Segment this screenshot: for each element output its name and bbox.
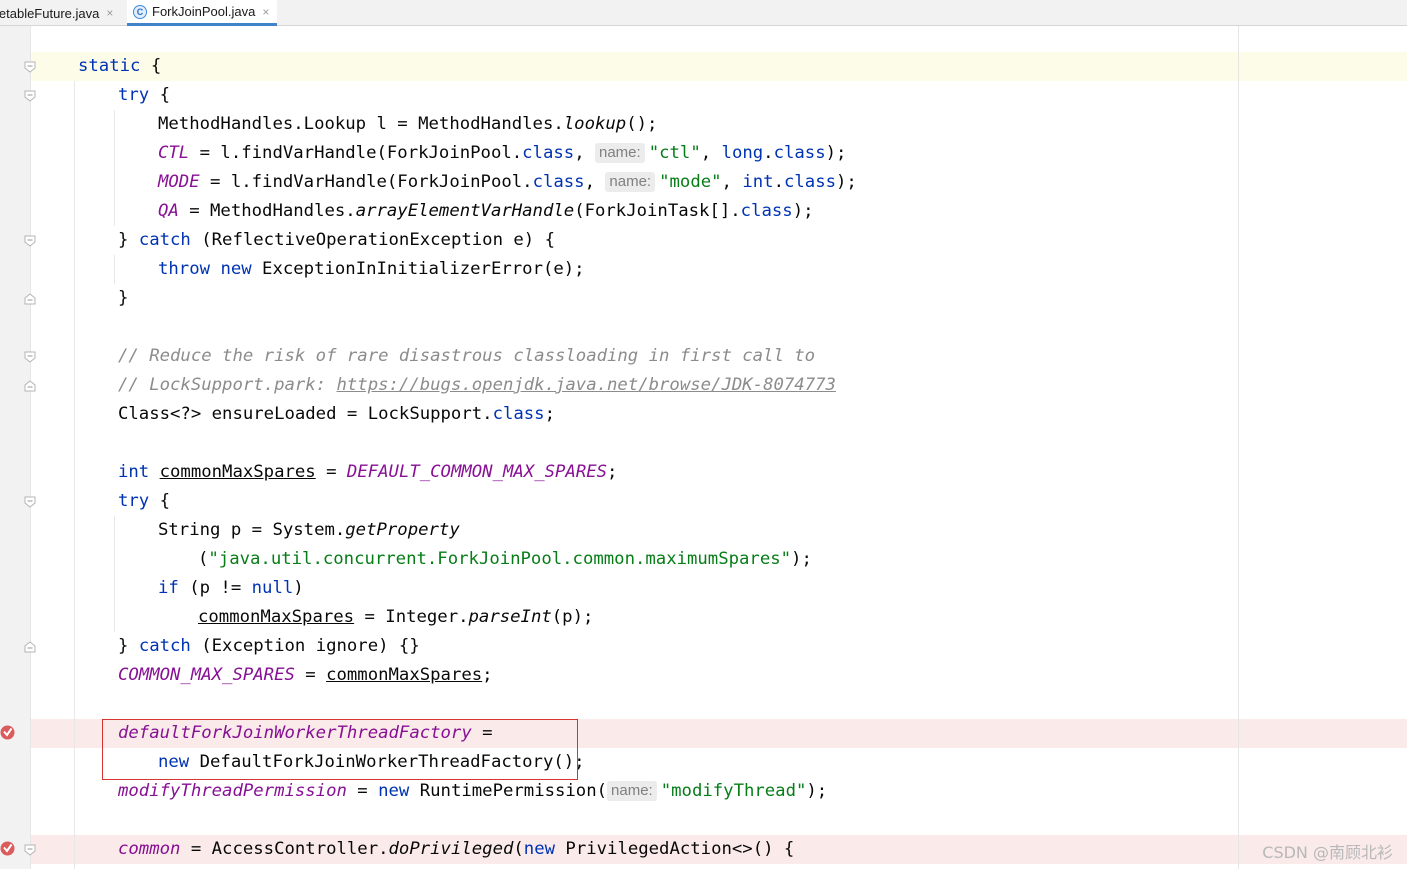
field-breakpoint-icon[interactable]	[0, 725, 15, 740]
watermark: CSDN @南顾北衫	[1262, 843, 1393, 862]
code-line[interactable]: modifyThreadPermission = new RuntimePerm…	[118, 777, 827, 806]
indent-guide	[114, 516, 115, 632]
fold-end-icon[interactable]	[24, 380, 36, 392]
editor-gutter[interactable]	[0, 26, 31, 869]
code-line[interactable]: throw new ExceptionInInitializerError(e)…	[158, 255, 585, 284]
java-class-icon: C	[133, 4, 147, 19]
code-line[interactable]: String p = System.getProperty	[158, 516, 460, 545]
indent-guide	[114, 110, 115, 226]
code-line[interactable]: } catch (Exception ignore) {}	[118, 632, 420, 661]
indent-guide	[74, 81, 75, 869]
tab-completablefuture[interactable]: letableFuture.java ×	[0, 0, 123, 26]
code-line[interactable]: }	[118, 284, 128, 313]
fold-toggle-icon[interactable]	[24, 235, 36, 247]
code-line[interactable]: if (p != null)	[158, 574, 304, 603]
code-line[interactable]: CTL = l.findVarHandle(ForkJoinPool.class…	[158, 139, 846, 168]
code-line[interactable]: common = AccessController.doPrivileged(n…	[118, 835, 794, 864]
code-line[interactable]: static {	[78, 52, 161, 81]
close-icon[interactable]: ×	[262, 5, 269, 19]
fold-toggle-icon[interactable]	[24, 61, 36, 73]
code-line[interactable]: try {	[118, 81, 170, 110]
code-comment-line[interactable]: // Reduce the risk of rare disastrous cl…	[118, 342, 815, 371]
tab-label: letableFuture.java	[0, 5, 100, 21]
tab-label: ForkJoinPool.java	[152, 4, 256, 19]
parameter-hint: name:	[605, 172, 656, 192]
code-line[interactable]: Class<?> ensureLoaded = LockSupport.clas…	[118, 400, 555, 429]
fold-toggle-icon[interactable]	[24, 351, 36, 363]
right-margin-guide	[1238, 26, 1239, 869]
parameter-hint: name:	[595, 143, 645, 163]
code-line[interactable]: } catch (ReflectiveOperationException e)…	[118, 226, 555, 255]
fold-toggle-icon[interactable]	[24, 844, 36, 856]
parameter-hint: name:	[607, 781, 657, 801]
code-line[interactable]: commonMaxSpares = Integer.parseInt(p);	[198, 603, 593, 632]
code-line[interactable]: QA = MethodHandles.arrayElementVarHandle…	[158, 197, 814, 226]
bug-link[interactable]: https://bugs.openjdk.java.net/browse/JDK…	[337, 375, 836, 395]
fold-toggle-icon[interactable]	[24, 90, 36, 102]
close-icon[interactable]: ×	[106, 6, 113, 20]
code-line[interactable]: try {	[118, 487, 170, 516]
code-line[interactable]: int commonMaxSpares = DEFAULT_COMMON_MAX…	[118, 458, 617, 487]
code-line[interactable]: COMMON_MAX_SPARES = commonMaxSpares;	[118, 661, 493, 690]
code-line[interactable]: MethodHandles.Lookup l = MethodHandles.l…	[158, 110, 657, 139]
code-line[interactable]: ("java.util.concurrent.ForkJoinPool.comm…	[198, 545, 812, 574]
caret-row-highlight	[0, 52, 1407, 81]
indent-guide	[114, 255, 115, 284]
tab-forkjoinpool[interactable]: C ForkJoinPool.java ×	[127, 0, 277, 26]
field-breakpoint-icon[interactable]	[0, 841, 15, 856]
code-line[interactable]: MODE = l.findVarHandle(ForkJoinPool.clas…	[158, 168, 857, 197]
fold-end-icon[interactable]	[24, 293, 36, 305]
fold-toggle-icon[interactable]	[24, 496, 36, 508]
highlight-annotation-box	[102, 719, 578, 780]
fold-end-icon[interactable]	[24, 641, 36, 653]
editor-tab-bar: letableFuture.java × C ForkJoinPool.java…	[0, 0, 1407, 26]
code-comment-line[interactable]: // LockSupport.park: https://bugs.openjd…	[118, 371, 836, 400]
